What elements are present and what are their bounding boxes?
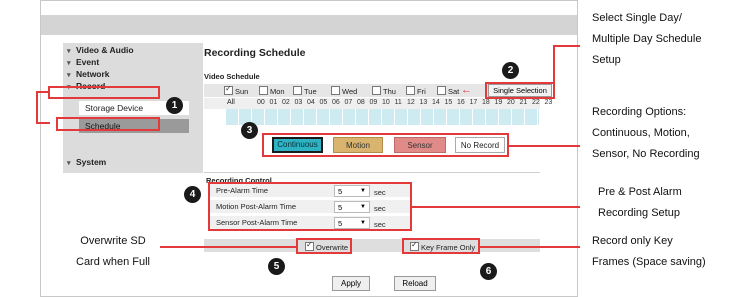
checkbox[interactable] — [437, 86, 446, 95]
hour-label[interactable]: 20 — [507, 99, 515, 106]
callout-opts-line-2: Continuous, Motion, — [592, 127, 690, 139]
day-checkbox-thu[interactable]: Thu — [372, 86, 396, 96]
hour-label[interactable]: 14 — [432, 99, 440, 106]
hour-label[interactable]: 12 — [407, 99, 415, 106]
hour-label[interactable]: 11 — [395, 99, 402, 106]
hour-label[interactable]: 19 — [495, 99, 503, 106]
chevron-down-icon: ▾ — [67, 48, 71, 55]
connector-line — [553, 45, 555, 85]
callout-key-line-2: Frames (Space saving) — [592, 256, 706, 268]
divider — [204, 172, 540, 173]
hour-label[interactable]: 02 — [282, 99, 290, 106]
connector-line — [412, 206, 580, 208]
badge-1: 1 — [166, 97, 183, 114]
checkbox[interactable] — [331, 86, 340, 95]
all-hours-label[interactable]: All — [227, 99, 235, 106]
sidebar-item-system[interactable]: ▾ System — [67, 157, 106, 167]
checkbox[interactable] — [372, 86, 381, 95]
hour-label[interactable]: 17 — [470, 99, 478, 106]
hour-label[interactable]: 00 — [257, 99, 265, 106]
day-checkbox-wed[interactable]: Wed — [331, 86, 357, 96]
hours-header: All 00 01 02 03 04 05 06 07 08 09 10 11 12 13 14 15 16 17… — [204, 98, 552, 109]
hour-label[interactable]: 09 — [370, 99, 378, 106]
hour-label[interactable]: 08 — [357, 99, 365, 106]
hour-label[interactable]: 05 — [320, 99, 328, 106]
hour-label[interactable]: 10 — [382, 99, 390, 106]
key-frame-highlight-box — [402, 238, 480, 254]
chevron-down-icon: ▾ — [67, 60, 71, 67]
callout-alarm-line-2: Recording Setup — [598, 207, 680, 219]
hour-label[interactable]: 01 — [270, 99, 278, 106]
callout-day-line-3: Setup — [592, 54, 621, 66]
connector-line — [160, 246, 296, 248]
page-title: Recording Schedule — [204, 47, 306, 59]
sidebar-item-network[interactable]: ▾ Network — [67, 69, 110, 79]
checkbox[interactable] — [224, 84, 233, 95]
badge-3: 3 — [241, 122, 258, 139]
record-bracket — [36, 91, 50, 124]
apply-button[interactable]: Apply — [332, 276, 370, 291]
chevron-down-icon: ▾ — [67, 160, 71, 167]
sidebar-item-event[interactable]: ▾ Event — [67, 57, 99, 67]
hour-label[interactable]: 15 — [445, 99, 453, 106]
day-checkbox-sat[interactable]: Sat — [437, 86, 459, 96]
connector-line — [509, 145, 580, 147]
overwrite-highlight-box — [296, 238, 352, 254]
checkbox[interactable] — [293, 86, 302, 95]
callout-opts-line-3: Sensor, No Recording — [592, 148, 700, 160]
sidebar-item-video-audio[interactable]: ▾ Video & Audio — [67, 45, 134, 55]
hour-label[interactable]: 06 — [332, 99, 340, 106]
top-bar — [41, 15, 577, 35]
video-schedule-heading: Video Schedule — [204, 72, 260, 81]
connector-line — [555, 45, 580, 47]
badge-2: 2 — [502, 62, 519, 79]
hour-label[interactable]: 18 — [482, 99, 490, 106]
hour-label[interactable]: 21 — [520, 99, 528, 106]
checkbox[interactable] — [259, 86, 268, 95]
hour-label[interactable]: 22 — [532, 99, 540, 106]
hour-labels: 00 01 02 03 04 05 06 07 08 09 10 11 12 13 14 15 16 17 18 19… — [257, 99, 552, 109]
hour-label[interactable]: 13 — [420, 99, 428, 106]
callout-alarm-line-1: Pre & Post Alarm — [598, 186, 682, 198]
single-selection-highlight-box — [485, 82, 555, 99]
callout-day-line-1: Select Single Day/ — [592, 12, 682, 24]
callout-day-line-2: Multiple Day Schedule — [592, 33, 702, 45]
connector-line — [480, 246, 580, 248]
mode-buttons-highlight-box — [262, 133, 509, 157]
day-checkbox-mon[interactable]: Mon — [259, 86, 285, 96]
callout-key-line-1: Record only Key — [592, 235, 673, 247]
hour-label[interactable]: 03 — [295, 99, 303, 106]
checkbox[interactable] — [406, 86, 415, 95]
badge-6: 6 — [480, 263, 497, 280]
callout-overwrite-line-2: Card when Full — [76, 256, 150, 268]
arrow-left-icon: ← — [461, 84, 472, 96]
hour-label[interactable]: 23 — [545, 99, 553, 106]
reload-button[interactable]: Reload — [394, 276, 436, 291]
schedule-highlight-box — [56, 117, 160, 131]
day-checkbox-fri[interactable]: Fri — [406, 86, 426, 96]
day-checkbox-tue[interactable]: Tue — [293, 86, 317, 96]
schedule-grid[interactable] — [226, 109, 539, 125]
badge-5: 5 — [268, 258, 285, 275]
callout-overwrite-line-1: Overwrite SD — [80, 235, 146, 247]
hour-label[interactable]: 07 — [345, 99, 353, 106]
record-highlight-box — [48, 86, 160, 99]
badge-4: 4 — [184, 186, 201, 203]
day-checkbox-sun[interactable]: Sun — [224, 84, 248, 96]
hour-label[interactable]: 04 — [307, 99, 315, 106]
hour-label[interactable]: 16 — [457, 99, 465, 106]
chevron-down-icon: ▾ — [67, 72, 71, 79]
callout-opts-line-1: Recording Options: — [592, 106, 687, 118]
recording-control-highlight-box — [208, 182, 412, 231]
